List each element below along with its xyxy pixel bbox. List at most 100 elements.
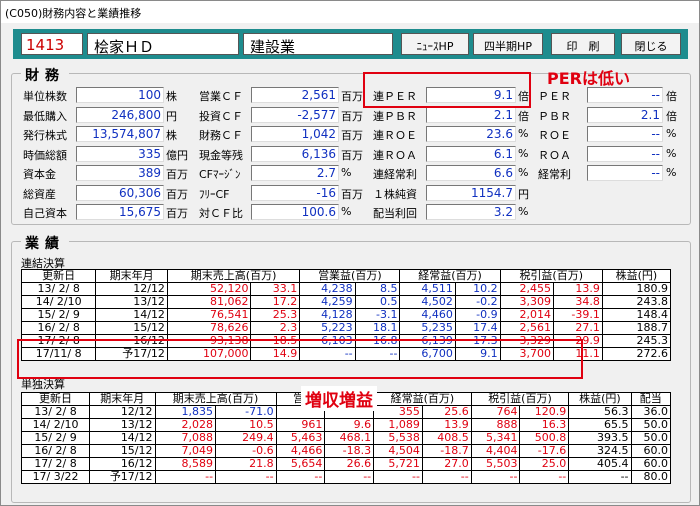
column-header: 更新日 xyxy=(20,269,97,283)
finance-label: 対ＣＦ比 xyxy=(199,207,243,220)
table-row: 14/ 2/10 13/12 81,062 17.2 4,259 0.5 4,502 -0.2… xyxy=(20,295,672,309)
finance-label: 配当利回 xyxy=(373,207,417,220)
finance-value: 2,561 xyxy=(251,87,339,103)
column-header: 配当 xyxy=(630,392,672,406)
finance-label: 単位株数 xyxy=(23,90,67,103)
column-header: 期末年月 xyxy=(89,392,156,406)
table-cell: 2,561 xyxy=(499,321,554,335)
finance-label: 経常利 xyxy=(538,168,571,181)
table-cell: 52,120 xyxy=(166,282,252,296)
table-cell: -- xyxy=(519,470,570,484)
finance-unit: 百万 xyxy=(341,148,363,162)
table-cell: 26.6 xyxy=(324,457,375,471)
table-cell: 60.0 xyxy=(630,457,672,471)
table-cell: 4,460 xyxy=(399,308,456,322)
table-cell: 16/ 2/ 8 xyxy=(20,321,97,335)
finance-value: 335 xyxy=(76,145,164,162)
finance-unit: 億円 xyxy=(166,148,188,162)
finance-value: 100.6 xyxy=(251,204,339,220)
column-header: 株益(円) xyxy=(601,269,672,283)
table-cell: 4,404 xyxy=(470,444,521,458)
table-cell: 80.0 xyxy=(630,470,672,484)
finance-unit: 百万 xyxy=(166,168,188,181)
table-cell: 393.5 xyxy=(568,431,632,445)
table-cell: 5,235 xyxy=(399,321,456,335)
table-cell: 249.4 xyxy=(215,431,277,445)
column-header: 経常益(百万) xyxy=(373,392,472,406)
table-row: 13/ 2/ 8 12/12 52,120 33.1 4,238 8.5 4,511 10.2… xyxy=(20,282,672,296)
table-cell: 4,466 xyxy=(275,444,326,458)
table-cell: -- xyxy=(470,470,521,484)
table-row: 17/ 2/ 8 16/12 8,589 21.8 5,654 26.6 5,721 27.0… xyxy=(20,457,672,471)
close-button[interactable]: 閉じる xyxy=(621,33,681,55)
finance-label: ＰＢＲ xyxy=(538,109,571,123)
column-header: 株益(円) xyxy=(568,392,632,406)
finance-label: 資本金 xyxy=(23,168,56,181)
table-cell: 8,589 xyxy=(154,457,217,471)
growth-highlight-box xyxy=(17,339,583,379)
news-hp-button[interactable]: ﾆｭｰｽHP xyxy=(401,33,469,55)
finance-unit: % xyxy=(518,205,529,218)
per-annotation: PERは低い xyxy=(547,69,630,88)
table-cell: 56.3 xyxy=(568,405,632,419)
finance-unit: 円 xyxy=(166,109,177,123)
finance-label: 最低購入 xyxy=(23,109,67,123)
finance-unit: 百万 xyxy=(341,187,363,201)
finance-label: 連ＲＯＡ xyxy=(373,148,417,162)
table-cell: -- xyxy=(568,470,632,484)
table-cell: 5,463 xyxy=(275,431,326,445)
finance-unit: 百万 xyxy=(341,90,363,103)
table-cell: 888 xyxy=(470,418,521,432)
finance-label: 連ＲＯＥ xyxy=(373,129,417,142)
table-cell: 13/ 2/ 8 xyxy=(20,282,97,296)
finance-value: 60,306 xyxy=(76,184,164,201)
table-cell: -0.6 xyxy=(215,444,277,458)
table-cell: 78,626 xyxy=(166,321,252,335)
table-cell: 16/ 2/ 8 xyxy=(20,444,91,458)
finance-unit: % xyxy=(666,146,677,160)
table-row: 16/ 2/ 8 15/12 78,626 2.3 5,223 18.1 5,235 17.4… xyxy=(20,321,672,335)
table-cell: 36.0 xyxy=(630,405,672,419)
table-cell: 272.6 xyxy=(601,347,672,361)
table-cell: -- xyxy=(154,470,217,484)
table-cell: 408.5 xyxy=(421,431,472,445)
table-cell: 243.8 xyxy=(601,295,672,309)
table-cell: 18.1 xyxy=(354,321,401,335)
table-cell: 961 xyxy=(275,418,326,432)
table-cell: 16/12 xyxy=(89,457,156,471)
finance-unit: 百万 xyxy=(341,129,363,142)
finance-title: 財務 xyxy=(21,65,69,85)
table-cell: 180.9 xyxy=(601,282,672,296)
print-button[interactable]: 印 刷 xyxy=(551,33,615,55)
table-cell: -71.0 xyxy=(215,405,277,419)
table-cell: 予17/12 xyxy=(89,470,156,484)
table-cell: 4,502 xyxy=(399,295,456,309)
table-cell: 7,049 xyxy=(154,444,217,458)
table-cell: 5,503 xyxy=(470,457,521,471)
table-cell: 27.1 xyxy=(552,321,603,335)
finance-value: 100 xyxy=(76,87,164,103)
finance-value: 1154.7 xyxy=(426,184,516,201)
table-cell: 21.8 xyxy=(215,457,277,471)
table-cell: 10.5 xyxy=(215,418,277,432)
finance-unit: 百万 xyxy=(341,109,363,123)
table-cell: -- xyxy=(373,470,423,484)
table-cell: 25.3 xyxy=(250,308,301,322)
table-cell: -- xyxy=(215,470,277,484)
table-cell: 8.5 xyxy=(354,282,401,296)
table-cell: 13.9 xyxy=(552,282,603,296)
industry-name: 建設業 xyxy=(243,33,393,56)
finance-label: CFﾏｰｼﾞﾝ xyxy=(199,168,241,181)
stock-code: 1413 xyxy=(21,33,83,55)
column-header: 税引益(百万) xyxy=(470,392,570,406)
table-cell: 14/ 2/10 xyxy=(20,418,91,432)
table-cell: 4,511 xyxy=(399,282,456,296)
finance-label: 自己資本 xyxy=(23,207,67,220)
finance-unit: 株 xyxy=(166,129,177,142)
table-cell: 25.6 xyxy=(421,405,472,419)
table-cell: 34.8 xyxy=(552,295,603,309)
table-cell: 15/12 xyxy=(95,321,168,335)
table-cell: 148.4 xyxy=(601,308,672,322)
table-cell: 245.3 xyxy=(601,334,672,348)
quarterly-hp-button[interactable]: 四半期HP xyxy=(473,33,543,55)
